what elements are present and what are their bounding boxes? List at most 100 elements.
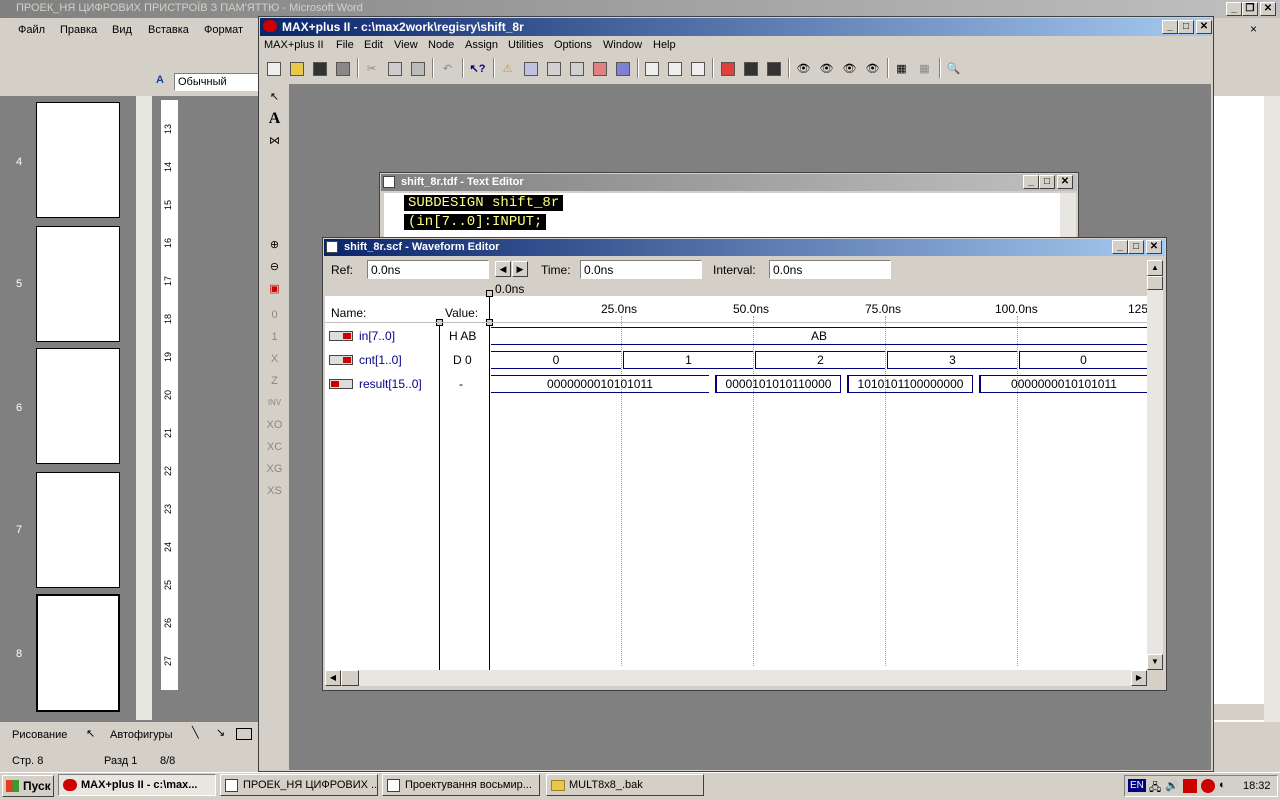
signal-name-result[interactable]: result[15..0] (359, 377, 422, 391)
save-icon[interactable] (309, 58, 330, 79)
waveform-segment[interactable]: 3 (887, 351, 1017, 369)
maxplus-close-button[interactable]: ✕ (1196, 20, 1212, 34)
timing-icon[interactable] (612, 58, 633, 79)
hierarchy-up-icon[interactable] (641, 58, 662, 79)
zoom-in-icon[interactable]: ⊕ (264, 234, 285, 255)
invert-icon[interactable]: INV (264, 392, 285, 413)
menu-assign[interactable]: Assign (465, 39, 498, 51)
signal-name-in[interactable]: in[7..0] (359, 329, 395, 343)
simulator-icon[interactable] (589, 58, 610, 79)
project-save-check-icon[interactable] (740, 58, 761, 79)
print-icon[interactable] (332, 58, 353, 79)
text-editor-close-button[interactable]: ✕ (1057, 175, 1073, 189)
find-node-compare-icon[interactable]: 👁 (839, 58, 860, 79)
ref-prev-button[interactable]: ◀ (495, 261, 511, 277)
autoshapes-menu[interactable]: Автофигуры (110, 729, 173, 741)
hierarchy-icon[interactable] (543, 58, 564, 79)
waveform-area[interactable]: Name: Value: 25.0ns 50.0ns 75.0ns 100.0n… (325, 290, 1148, 670)
menu-maxplus[interactable]: MAX+plus II (264, 39, 324, 51)
time-cursor-handle[interactable] (486, 290, 493, 297)
volume-icon[interactable]: 🔊 (1165, 779, 1179, 792)
page-thumbnail-6[interactable] (36, 348, 120, 464)
close-doc-icon[interactable]: × (1250, 22, 1257, 36)
signal-row-cnt[interactable]: cnt[1..0] D 0 0 1 2 3 0 (325, 350, 1147, 370)
text-tool-icon[interactable]: A (264, 108, 285, 129)
word-menu-view[interactable]: Вид (112, 24, 132, 36)
waveform-segment[interactable]: 0000101010110000 (715, 375, 841, 393)
start-button[interactable]: Пуск (2, 775, 54, 797)
waveform-segment[interactable]: 1 (623, 351, 753, 369)
project-set-icon[interactable] (717, 58, 738, 79)
word-menu-format[interactable]: Формат (204, 24, 243, 36)
word-menu-insert[interactable]: Вставка (148, 24, 189, 36)
waveform-horizontal-scrollbar[interactable]: ◀ ▶ (325, 670, 1147, 686)
hierarchy-down-icon[interactable] (664, 58, 685, 79)
word-minimize-button[interactable]: _ (1226, 2, 1242, 16)
high-level-icon[interactable]: 1 (264, 326, 285, 347)
menu-edit[interactable]: Edit (364, 39, 383, 51)
waveform-close-button[interactable]: ✕ (1146, 240, 1162, 254)
tray-app-2-icon[interactable]: ◐ (1219, 779, 1226, 791)
page-thumbnail-5[interactable] (36, 226, 120, 342)
paste-icon[interactable] (407, 58, 428, 79)
overwrite-group-icon[interactable]: XG (264, 458, 285, 479)
overwrite-clock-icon[interactable]: XC (264, 436, 285, 457)
word-restore-button[interactable]: ❐ (1242, 2, 1258, 16)
page-thumbnail-8[interactable] (36, 594, 120, 712)
thumbnail-scrollbar[interactable] (136, 96, 152, 720)
waveform-segment[interactable]: 0000000010101011 (979, 375, 1147, 393)
waveform-segment[interactable]: 0000000010101011 (491, 375, 709, 393)
menu-window[interactable]: Window (603, 39, 642, 51)
overwrite-icon[interactable]: XO (264, 414, 285, 435)
word-menu-file[interactable]: Файл (18, 24, 45, 36)
waveform-minimize-button[interactable]: _ (1112, 240, 1128, 254)
grid-alt-icon[interactable]: ▦ (914, 58, 935, 79)
waveform-segment[interactable]: 0 (491, 351, 621, 369)
taskbar-button-word-doc[interactable]: ПРОЕК_НЯ ЦИФРОВИХ ... (220, 774, 378, 796)
cut-icon[interactable]: ✂ (361, 58, 382, 79)
waveform-segment[interactable]: 1010101100000000 (847, 375, 973, 393)
find-node-ba-icon[interactable]: 👁 (816, 58, 837, 79)
compiler-icon[interactable] (520, 58, 541, 79)
selection-tool-icon[interactable]: ↖ (264, 86, 285, 107)
text-editor-minimize-button[interactable]: _ (1023, 175, 1039, 189)
signal-row-in[interactable]: in[7..0] H AB AB (325, 326, 1147, 346)
warning-icon[interactable]: ⚠ (497, 58, 518, 79)
ref-next-button[interactable]: ▶ (512, 261, 528, 277)
arrow-icon[interactable]: ↘ (216, 726, 225, 739)
signal-name-cnt[interactable]: cnt[1..0] (359, 353, 402, 367)
waveform-segment[interactable]: AB (491, 327, 1147, 345)
hierarchy-tree-icon[interactable] (687, 58, 708, 79)
help-pointer-icon[interactable]: ↖? (467, 58, 488, 79)
pointer-icon[interactable]: ↖ (86, 727, 95, 740)
page-thumbnail-7[interactable] (36, 472, 120, 588)
network-icon[interactable]: 🖧 (1149, 779, 1161, 798)
overwrite-state-icon[interactable]: XS (264, 480, 285, 501)
language-indicator[interactable]: EN (1128, 779, 1146, 792)
taskbar-button-folder[interactable]: MULT8x8_.bak (546, 774, 704, 796)
menu-file[interactable]: File (336, 39, 354, 51)
grid-icon[interactable]: ▦ (891, 58, 912, 79)
word-vertical-scrollbar[interactable] (1264, 96, 1280, 746)
find-node-next-icon[interactable]: 👁 (862, 58, 883, 79)
undo-icon[interactable]: ↶ (437, 58, 458, 79)
menu-options[interactable]: Options (554, 39, 592, 51)
maxplus-minimize-button[interactable]: _ (1162, 20, 1178, 34)
fit-window-icon[interactable]: ▣ (264, 278, 285, 299)
find-node-icon[interactable]: 👁 (793, 58, 814, 79)
tray-app-icon[interactable] (1201, 779, 1215, 793)
ref-field[interactable]: 0.0ns (367, 260, 489, 279)
interval-field[interactable]: 0.0ns (769, 260, 891, 279)
zoom-out-icon[interactable]: ⊖ (264, 256, 285, 277)
open-folder-icon[interactable] (286, 58, 307, 79)
drawing-menu[interactable]: Рисование (12, 729, 67, 741)
maxplus-maximize-button[interactable]: □ (1178, 20, 1194, 34)
waveform-segment[interactable]: 0 (1019, 351, 1147, 369)
menu-view[interactable]: View (394, 39, 418, 51)
word-hscroll[interactable] (1214, 704, 1264, 720)
text-editor-maximize-button[interactable]: □ (1039, 175, 1055, 189)
menu-utilities[interactable]: Utilities (508, 39, 543, 51)
line-tool-icon[interactable]: ⋈ (264, 130, 285, 151)
waveform-maximize-button[interactable]: □ (1128, 240, 1144, 254)
line-icon[interactable]: ╲ (192, 726, 199, 739)
